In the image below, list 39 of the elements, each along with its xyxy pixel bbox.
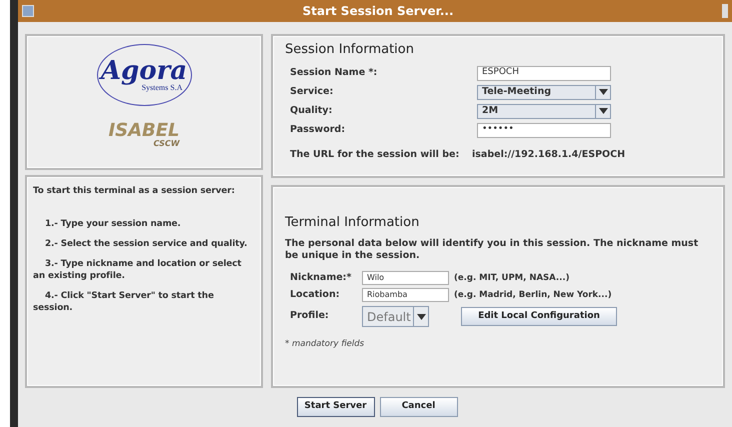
field-label: Service:	[290, 84, 334, 99]
field-label: Quality:	[290, 104, 334, 118]
password-field[interactable]: ••••••	[477, 122, 611, 138]
edit-configuration-button[interactable]: Edit Local Configuration	[461, 307, 617, 326]
logo-subtext: Systems S.A	[142, 84, 182, 92]
dropdown[interactable]: 2M	[477, 104, 611, 118]
field-label: Session Name *:	[290, 66, 378, 80]
input-field[interactable]: ESPOCH	[477, 66, 611, 80]
start-server-button[interactable]: Start Server	[296, 397, 374, 417]
dropdown-arrow-icon	[416, 314, 426, 320]
logo-subtext: CSCW	[153, 140, 180, 148]
url-label: The URL for the session will be:	[290, 148, 460, 162]
field-hint: (e.g. Madrid, Berlin, New York...)	[454, 288, 612, 302]
terminal-description: The personal data below will identify you in this session. The nickname must be unique in the session.	[285, 238, 700, 262]
app-icon	[22, 5, 34, 17]
instructions-heading: To start this terminal as a session server:	[33, 185, 236, 198]
session-url: isabel://192.168.1.4/ESPOCH	[472, 148, 626, 162]
mandatory-note: * mandatory fields	[285, 338, 366, 350]
input-field[interactable]: Wilo	[362, 271, 449, 285]
field-hint: (e.g. MIT, UPM, NASA...)	[454, 272, 570, 284]
field-label: Profile:	[290, 309, 330, 324]
profile-dropdown[interactable]: Default	[362, 306, 429, 327]
instruction-step: 3.- Type nickname and location or select an existing profile.	[33, 258, 255, 282]
dropdown[interactable]: Tele-Meeting	[477, 84, 611, 100]
instruction-step: 1.- Type your session name.	[33, 218, 255, 230]
cancel-button[interactable]: Cancel	[380, 397, 458, 417]
logo-text: ISABEL	[108, 122, 180, 140]
field-label: Password:	[290, 122, 346, 137]
dropdown-arrow-icon	[598, 89, 608, 95]
field-label: Nickname:*	[290, 270, 352, 285]
input-field[interactable]: Riobamba	[362, 288, 449, 302]
field-label: Location:	[290, 288, 341, 302]
logo-text: Agora	[100, 58, 188, 84]
instruction-step: 2.- Select the session service and quality.	[33, 238, 255, 250]
dropdown-arrow-icon	[598, 108, 608, 114]
section-title: Terminal Information	[285, 214, 420, 232]
section-title: Session Information	[285, 41, 415, 59]
window-title: Start Session Server...	[302, 3, 454, 20]
instruction-step: 4.- Click "Start Server" to start the session.	[33, 290, 255, 314]
